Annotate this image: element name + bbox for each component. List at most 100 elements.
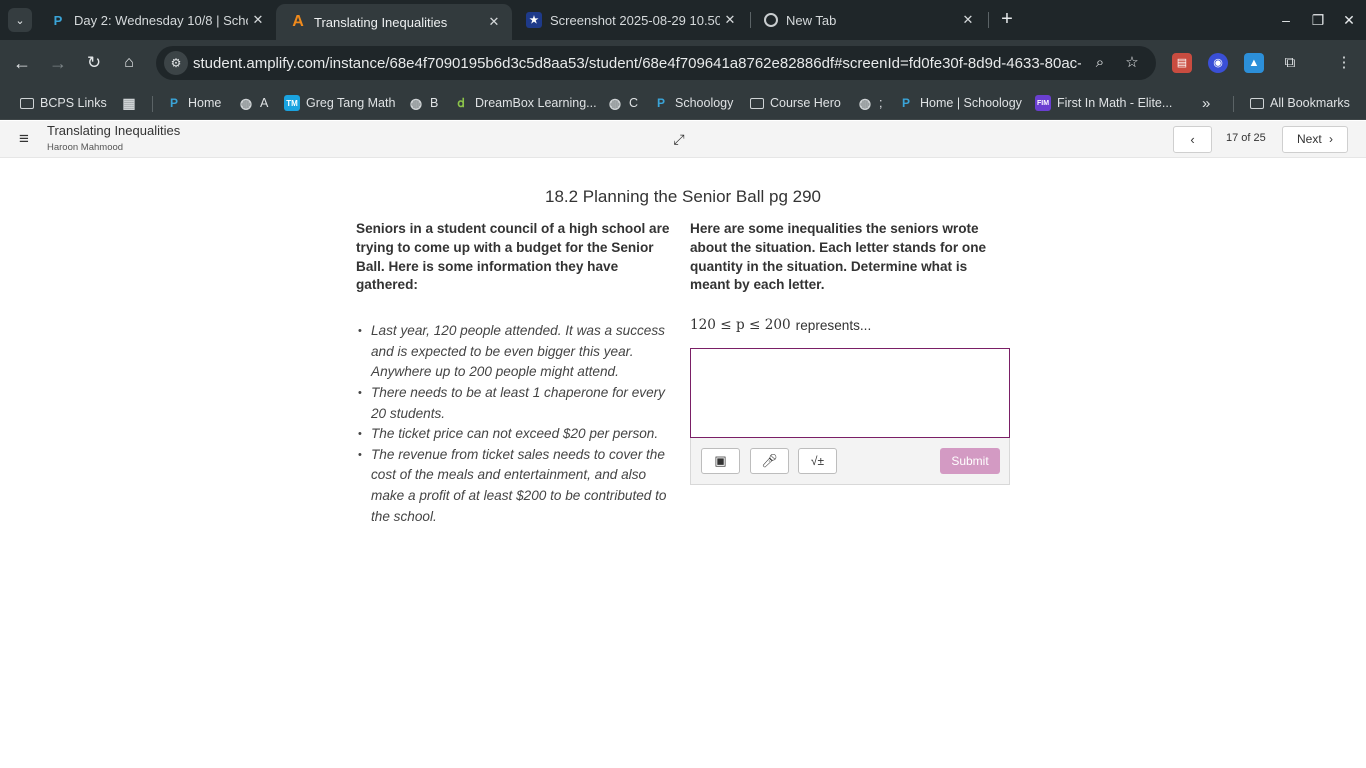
submit-button[interactable]: Submit <box>940 448 1000 475</box>
tab-title: Day 2: Wednesday 10/8 | Schoo <box>74 12 248 28</box>
previous-screen-button[interactable]: ‹ <box>1173 126 1212 153</box>
tab-title: Screenshot 2025-08-29 10.50.1 <box>550 12 720 28</box>
math-input-button[interactable]: √± <box>798 448 837 475</box>
bookmark-star-icon[interactable]: ☆ <box>1122 53 1142 73</box>
more-menu-icon[interactable]: ⋮ <box>1334 53 1354 73</box>
schoology-icon: P <box>169 96 178 110</box>
bookmark-greg-tang-math[interactable]: TM Greg Tang Math <box>284 92 395 114</box>
minimize-icon[interactable]: – <box>1274 8 1298 32</box>
fullscreen-expand-icon[interactable]: ⤢ <box>671 131 687 147</box>
tab-title: Translating Inequalities <box>314 14 448 30</box>
tab-new-tab[interactable]: New Tab ✕ <box>750 4 986 36</box>
grid-icon: ▦ <box>122 94 136 111</box>
back-arrow-icon[interactable]: ← <box>10 51 34 75</box>
chevron-left-icon: ‹ <box>1190 132 1195 147</box>
bookmarks-overflow-icon[interactable]: » <box>1202 92 1210 114</box>
folder-icon <box>750 97 764 109</box>
bookmark-label: C <box>629 96 639 110</box>
represents-label: represents... <box>795 317 872 333</box>
bookmark-home[interactable]: P Home <box>166 92 221 114</box>
gregtang-icon: TM <box>284 95 300 111</box>
bookmark-divider <box>1233 96 1234 112</box>
image-icon: ▣ <box>714 453 727 469</box>
close-tab-icon[interactable]: ✕ <box>958 12 978 28</box>
chrome-icon <box>764 13 778 27</box>
bookmark-semicolon[interactable]: ◍ ; <box>857 92 883 114</box>
bookmark-a[interactable]: ◍ A <box>238 92 268 114</box>
bookmark-first-in-math[interactable]: FIM First In Math - Elite... <box>1035 92 1172 114</box>
next-label: Next <box>1296 132 1322 146</box>
star-icon: ★ <box>526 12 542 28</box>
inequality-math: 120 ≤ p ≤ 200 <box>690 317 791 334</box>
extension-person-icon[interactable]: ▲ <box>1244 53 1264 73</box>
bookmark-label: A <box>260 96 269 110</box>
record-audio-button[interactable]: 🎤︎ <box>750 448 789 475</box>
information-list: Last year, 120 people attended. It was a… <box>356 321 678 527</box>
tab-divider <box>988 12 989 28</box>
close-tab-icon[interactable]: ✕ <box>484 14 504 30</box>
apps-grid-icon[interactable]: ▦ <box>121 92 143 114</box>
answer-text-area[interactable] <box>690 348 1010 439</box>
list-item: The ticket price can not exceed $20 per … <box>358 424 678 445</box>
url-text[interactable]: student.amplify.com/instance/68e4f709019… <box>193 55 1081 72</box>
site-info-icon[interactable]: ⚙ <box>164 51 188 75</box>
bookmark-b[interactable]: ◍ B <box>408 92 438 114</box>
bookmark-bcps-links[interactable]: BCPS Links <box>20 92 107 114</box>
bookmark-course-hero[interactable]: Course Hero <box>750 92 841 114</box>
address-bar[interactable]: ⚙ student.amplify.com/instance/68e4f7090… <box>156 46 1156 80</box>
bookmark-label: Greg Tang Math <box>306 96 396 110</box>
bookmark-dreambox[interactable]: ⅾ DreamBox Learning... <box>453 92 596 114</box>
lesson-title: Translating Inequalities <box>47 123 181 138</box>
extensions-puzzle-icon[interactable]: ⧉ <box>1280 53 1300 73</box>
screen-title: 18.2 Planning the Senior Ball pg 290 <box>545 187 821 206</box>
restore-icon[interactable]: ❐ <box>1306 8 1330 32</box>
square-root-icon: √± <box>810 454 825 469</box>
bookmark-label: ; <box>879 96 883 110</box>
bookmark-label: Home | Schoology <box>920 96 1022 110</box>
tab-screenshot[interactable]: ★ Screenshot 2025-08-29 10.50.1 ✕ <box>512 4 748 36</box>
insert-image-button[interactable]: ▣ <box>701 448 740 475</box>
home-icon[interactable]: ⌂ <box>117 51 141 75</box>
reload-icon[interactable]: ↻ <box>82 51 106 75</box>
extension-globe-icon[interactable]: ◉ <box>1208 53 1228 73</box>
close-tab-icon[interactable]: ✕ <box>248 12 268 28</box>
overflow-chevron: » <box>1202 94 1211 112</box>
bookmark-divider <box>152 96 153 112</box>
tab-translating-inequalities[interactable]: A Translating Inequalities ✕ <box>276 4 512 40</box>
bookmark-c[interactable]: ◍ C <box>607 92 638 114</box>
browser-tab-strip: ⌄ P Day 2: Wednesday 10/8 | Schoo ✕ A Tr… <box>0 0 1366 40</box>
bookmark-schoology[interactable]: P Schoology <box>653 92 733 114</box>
extension-printer-icon[interactable]: ▤ <box>1172 53 1192 73</box>
bookmark-all-bookmarks[interactable]: All Bookmarks <box>1250 92 1350 114</box>
list-item: Last year, 120 people attended. It was a… <box>358 321 678 383</box>
bookmark-label: B <box>430 96 439 110</box>
browser-toolbar: ← → ↻ ⌂ ⚙ student.amplify.com/instance/6… <box>0 40 1366 86</box>
new-tab-plus-icon[interactable]: + <box>995 8 1019 32</box>
bookmark-home-schoology[interactable]: P Home | Schoology <box>898 92 1022 114</box>
list-item: There needs to be at least 1 chaperone f… <box>358 383 678 424</box>
screen-counter: 17 of 25 <box>1226 132 1266 144</box>
schoology-icon: P <box>656 96 665 110</box>
firstinmath-icon: FIM <box>1035 95 1051 111</box>
list-item: The revenue from ticket sales needs to c… <box>358 445 678 527</box>
bookmarks-bar: BCPS Links ▦ P Home ◍ A TM Greg Tang Mat… <box>0 86 1366 120</box>
bookmark-label: BCPS Links <box>40 96 107 110</box>
next-screen-button[interactable]: Next › <box>1282 126 1348 153</box>
close-tab-icon[interactable]: ✕ <box>720 12 740 28</box>
answer-toolbar: ▣ 🎤︎ √± Submit <box>690 438 1010 486</box>
bookmark-label: Course Hero <box>770 96 841 110</box>
information-column: Seniors in a student council of a high s… <box>356 220 678 527</box>
close-window-icon[interactable]: ✕ <box>1337 8 1361 32</box>
tab-search-chevron-icon[interactable]: ⌄ <box>8 8 32 32</box>
forward-arrow-icon[interactable]: → <box>46 51 70 75</box>
bookmark-label: Home <box>188 96 222 110</box>
hamburger-menu-icon[interactable]: ≡ <box>19 130 37 147</box>
information-prompt: Seniors in a student council of a high s… <box>356 221 670 293</box>
globe-icon: ◍ <box>239 94 253 111</box>
tab-schoology-day2[interactable]: P Day 2: Wednesday 10/8 | Schoo ✕ <box>36 4 276 36</box>
bookmark-label: Schoology <box>675 96 734 110</box>
question-column: Here are some inequalities the seniors w… <box>690 220 1010 486</box>
student-name: Haroon Mahmood <box>47 142 124 153</box>
schoology-icon: P <box>53 12 63 28</box>
zoom-magnifier-icon[interactable]: ⌕ <box>1090 53 1110 73</box>
